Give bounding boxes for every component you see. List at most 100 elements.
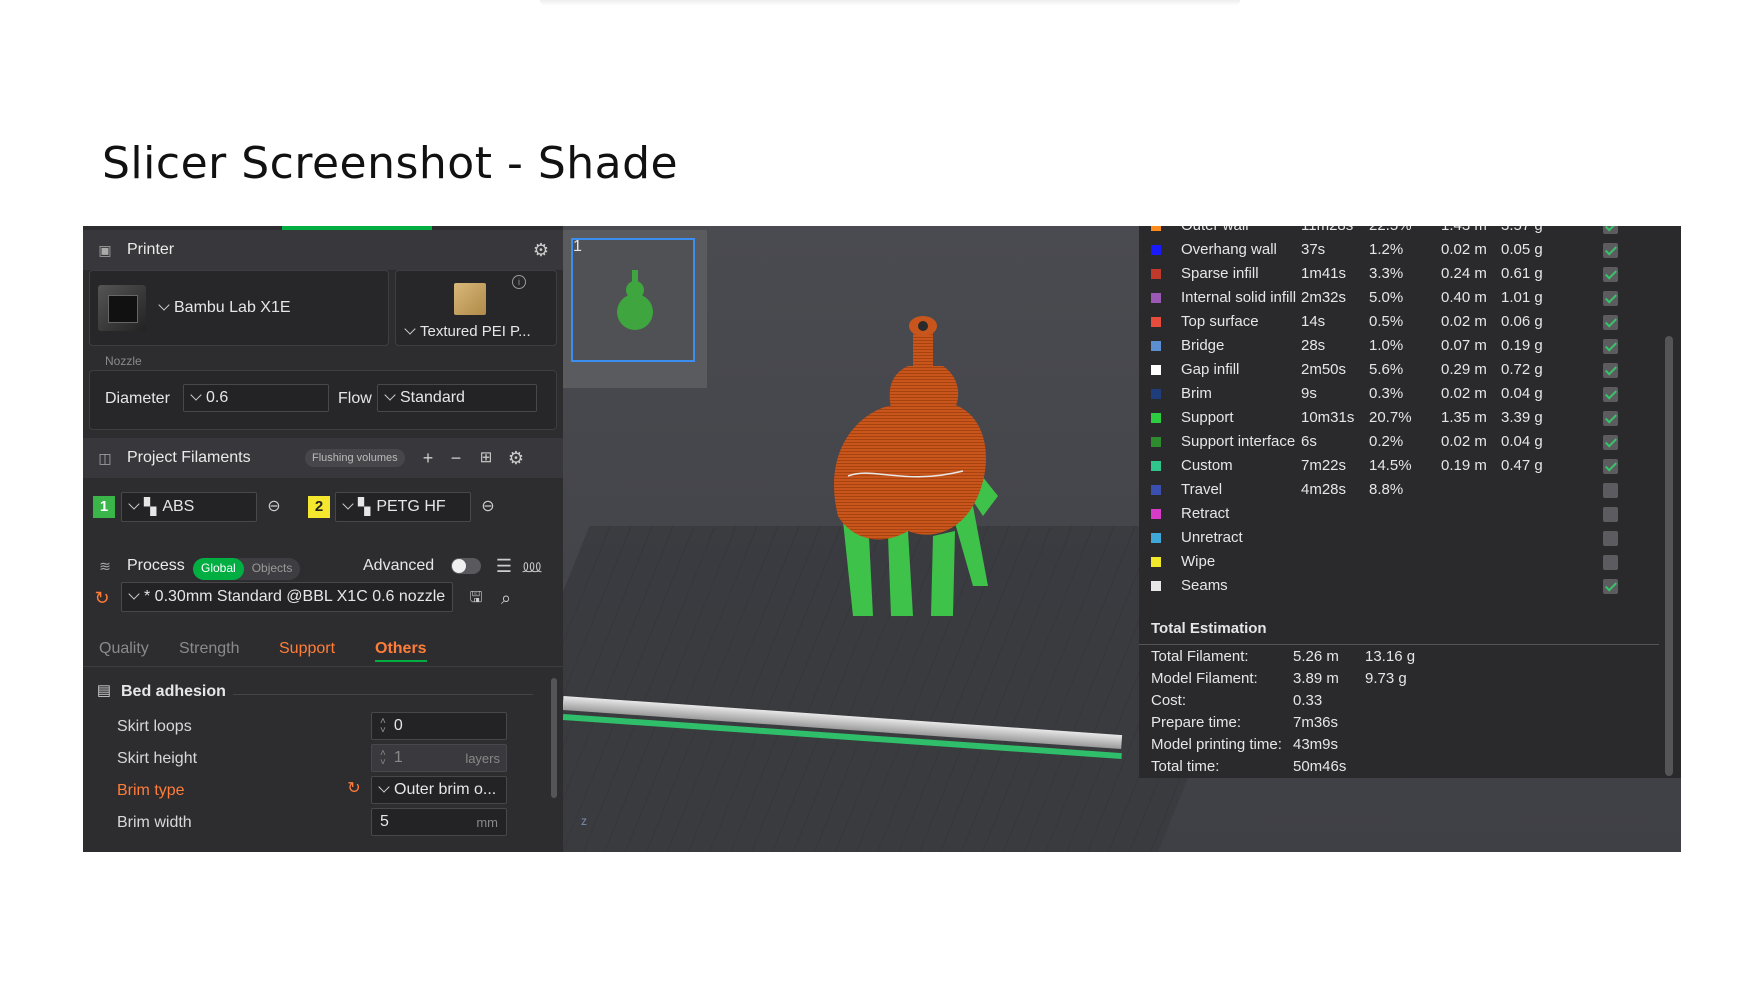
stepper-arrows-icon[interactable]: ˄ ˅ (380, 717, 386, 736)
legend-time: 11m28s (1301, 226, 1353, 234)
total-v1: 3.89 m (1293, 670, 1339, 687)
diameter-dropdown[interactable]: 0.6 (183, 384, 329, 412)
info-icon[interactable]: i (512, 275, 526, 289)
printer-model: Bambu Lab X1E (174, 299, 291, 316)
legend-time: 14s (1301, 313, 1326, 330)
brim-width-input[interactable]: 5 mm (371, 808, 507, 836)
legend-visibility-checkbox[interactable] (1603, 243, 1618, 258)
total-label: Total time: (1151, 758, 1220, 775)
process-profile-dropdown[interactable]: * 0.30mm Standard @BBL X1C 0.6 nozzle (121, 582, 453, 612)
plate-1-thumbnail[interactable] (571, 238, 695, 362)
plate-selector[interactable]: i Textured PEI P... (395, 270, 557, 346)
list-view-icon[interactable]: ☰ (493, 555, 515, 577)
total-label: Model Filament: (1151, 670, 1258, 687)
brim-type-label: Brim type (117, 782, 185, 799)
legend-pct: 1.0% (1369, 337, 1404, 354)
legend-visibility-checkbox[interactable] (1603, 579, 1618, 594)
stepper-arrows-icon[interactable]: ˄ ˅ (380, 749, 386, 768)
nozzle-label: Nozzle (105, 354, 142, 368)
legend-name: Overhang wall (1181, 241, 1277, 258)
legend-visibility-checkbox[interactable] (1603, 267, 1618, 282)
search-icon[interactable]: ⌕ (495, 587, 517, 609)
filament-1-dropdown[interactable]: ▚ ABS (121, 492, 257, 522)
settings-scrollbar[interactable] (551, 678, 557, 798)
skirt-height-unit: layers (465, 750, 500, 766)
brim-width-label: Brim width (117, 814, 192, 831)
legend-color-swatch (1151, 581, 1161, 591)
tab-quality[interactable]: Quality (99, 640, 149, 658)
reset-brim-type-icon[interactable]: ↻ (343, 778, 365, 800)
advanced-toggle[interactable] (451, 558, 481, 574)
legend-pct: 22.5% (1369, 226, 1412, 234)
filament-sync-icon[interactable]: ⊞ (475, 447, 497, 469)
legend-visibility-checkbox[interactable] (1603, 531, 1618, 546)
legend-pct: 3.3% (1369, 265, 1404, 282)
legend-time: 37s (1301, 241, 1326, 258)
add-filament-plus-icon[interactable]: + (417, 447, 439, 469)
legend-color-swatch (1151, 293, 1161, 303)
printer-selector[interactable]: Bambu Lab X1E (89, 270, 389, 346)
skirt-loops-stepper[interactable]: ˄ ˅ 0 (371, 712, 507, 740)
printer-section-header[interactable]: ▣ Printer ⚙ (83, 230, 563, 270)
legend-visibility-checkbox[interactable] (1603, 483, 1618, 498)
legend-visibility-checkbox[interactable] (1603, 411, 1618, 426)
tab-others[interactable]: Others (375, 640, 427, 662)
legend-visibility-checkbox[interactable] (1603, 507, 1618, 522)
filament-2-edit-icon[interactable]: ⊖ (477, 496, 499, 518)
legend-visibility-checkbox[interactable] (1603, 291, 1618, 306)
skirt-height-label: Skirt height (117, 750, 198, 767)
brim-type-dropdown[interactable]: Outer brim o... (371, 776, 507, 804)
global-option[interactable]: Global (193, 558, 244, 580)
filament-1-edit-icon[interactable]: ⊖ (263, 496, 285, 518)
total-v1: 5.26 m (1293, 648, 1339, 665)
legend-len: 0.02 m (1441, 433, 1487, 450)
total-estimation-title: Total Estimation (1151, 620, 1267, 637)
diameter-value: 0.6 (206, 389, 229, 406)
legend-name: Gap infill (1181, 361, 1240, 378)
legend-len: 0.24 m (1441, 265, 1487, 282)
total-v1: 50m46s (1293, 758, 1347, 775)
total-label: Model printing time: (1151, 736, 1282, 753)
legend-visibility-checkbox[interactable] (1603, 315, 1618, 330)
flow-dropdown[interactable]: Standard (377, 384, 537, 412)
legend-scrollbar[interactable] (1665, 336, 1673, 776)
axis-z-label: z (581, 814, 587, 828)
flushing-volumes-button[interactable]: Flushing volumes (305, 449, 405, 467)
legend-visibility-checkbox[interactable] (1603, 459, 1618, 474)
legend-visibility-checkbox[interactable] (1603, 387, 1618, 402)
plate-thumbnail (454, 283, 486, 315)
printer-settings-gear-icon[interactable]: ⚙ (531, 240, 551, 260)
legend-wt: 0.19 g (1501, 337, 1543, 354)
filament-spool-icon: ◫ (98, 449, 112, 466)
legend-name: Travel (1181, 481, 1223, 498)
total-v1: 43m9s (1293, 736, 1339, 753)
objects-option[interactable]: Objects (244, 558, 301, 580)
legend-visibility-checkbox[interactable] (1603, 555, 1618, 570)
legend-name: Retract (1181, 505, 1230, 522)
tab-support[interactable]: Support (279, 640, 335, 658)
save-preset-icon[interactable]: 🖫 (465, 587, 487, 609)
tab-strength[interactable]: Strength (179, 640, 239, 658)
legend-visibility-checkbox[interactable] (1603, 226, 1618, 234)
compare-presets-icon[interactable]: ⅏ (521, 555, 543, 577)
printer-section-label: Printer (127, 241, 175, 258)
legend-visibility-checkbox[interactable] (1603, 339, 1618, 354)
legend-time: 10m31s (1301, 409, 1355, 426)
sliced-model-preview[interactable] (813, 286, 1043, 616)
filament-2-dropdown[interactable]: ▚ PETG HF (335, 492, 471, 522)
legend-color-swatch (1151, 509, 1161, 519)
global-objects-switch[interactable]: Global Objects (193, 558, 301, 580)
filament-1-badge[interactable]: 1 (93, 496, 115, 518)
remove-filament-minus-icon[interactable]: − (445, 447, 467, 469)
total-label: Total Filament: (1151, 648, 1249, 665)
filament-2-badge[interactable]: 2 (308, 496, 330, 518)
legend-len: 0.40 m (1441, 289, 1487, 306)
legend-visibility-checkbox[interactable] (1603, 435, 1618, 450)
legend-name: Custom (1181, 457, 1233, 474)
filament-settings-gear-icon[interactable]: ⚙ (505, 447, 527, 469)
skirt-height-stepper[interactable]: ˄ ˅ 1 layers (371, 744, 507, 772)
process-layers-icon: ≋ (99, 557, 111, 574)
reset-preset-icon[interactable]: ↻ (91, 587, 113, 609)
legend-wt: 0.04 g (1501, 433, 1543, 450)
legend-visibility-checkbox[interactable] (1603, 363, 1618, 378)
